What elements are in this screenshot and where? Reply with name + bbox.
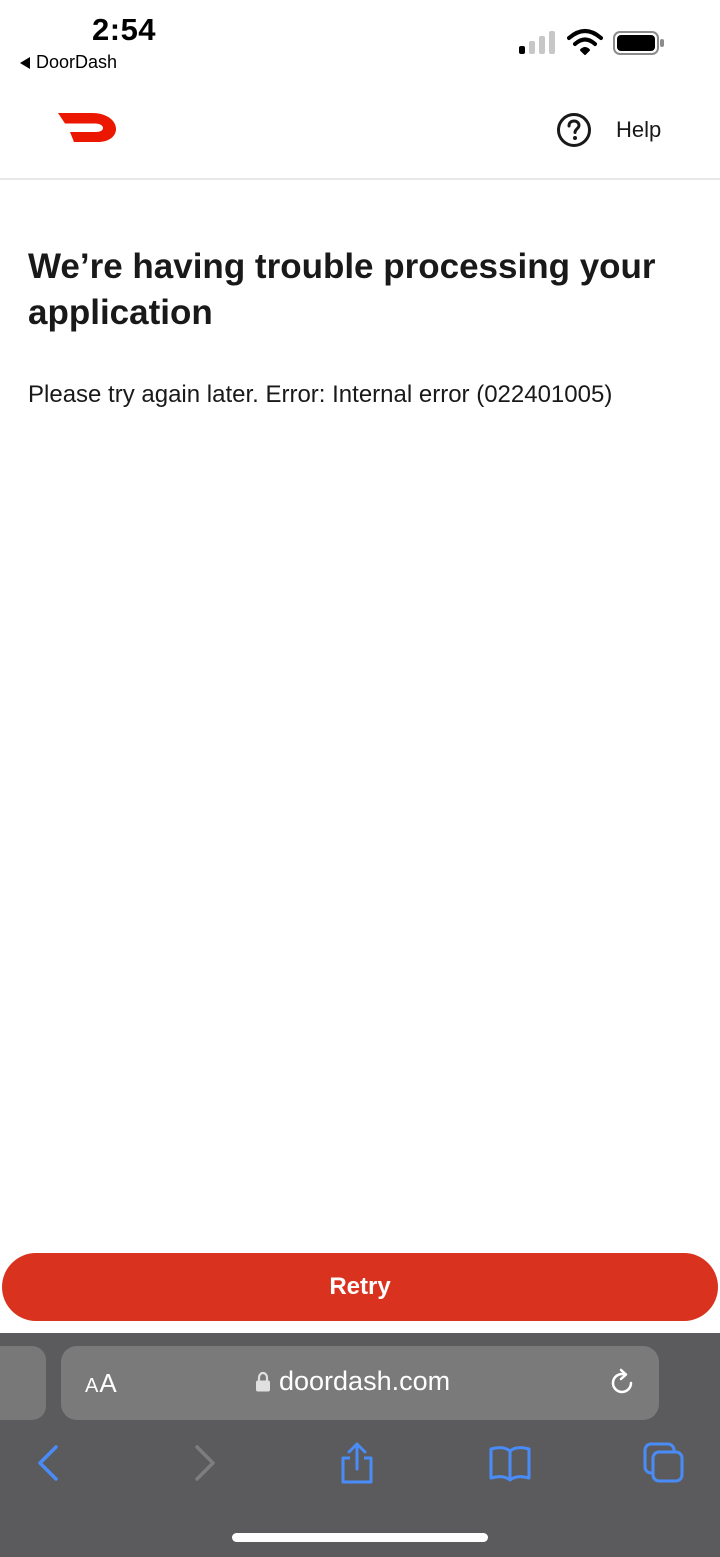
url-display[interactable]: doordash.com (255, 1366, 450, 1397)
share-icon[interactable] (335, 1441, 379, 1485)
back-icon[interactable] (27, 1441, 71, 1485)
bookmarks-icon[interactable] (488, 1441, 532, 1485)
error-message: Please try again later. Error: Internal … (28, 381, 613, 408)
reload-icon[interactable] (607, 1368, 637, 1398)
text-size-label-small: A (85, 1375, 100, 1397)
help-link[interactable]: Help (556, 112, 661, 148)
lock-icon (256, 1371, 270, 1391)
address-bar[interactable]: AA doordash.com (61, 1346, 659, 1420)
status-bar: 2:54 DoorDash (0, 0, 720, 82)
back-triangle-icon (20, 56, 30, 69)
forward-icon[interactable] (182, 1441, 226, 1485)
cellular-signal-icon (519, 30, 557, 54)
help-label: Help (616, 117, 662, 142)
retry-button[interactable]: Retry (2, 1253, 718, 1321)
home-indicator[interactable] (232, 1533, 488, 1542)
previous-tab-preview[interactable] (0, 1346, 46, 1420)
site-header: Help (0, 82, 720, 180)
browser-toolbar: AA doordash.com (0, 1333, 720, 1557)
page-title: We’re having trouble processing your app… (28, 247, 656, 332)
text-size-label-large: A (99, 1368, 118, 1398)
wifi-icon (567, 29, 603, 55)
status-time: 2:54 (92, 12, 157, 47)
back-to-app-link[interactable]: DoorDash (20, 52, 117, 73)
url-text: doordash.com (279, 1366, 451, 1396)
tabs-icon[interactable] (642, 1441, 686, 1485)
back-app-label: DoorDash (36, 52, 118, 72)
text-size-button[interactable]: AA (85, 1368, 118, 1399)
battery-icon (613, 31, 664, 55)
question-circle-icon (557, 113, 591, 147)
doordash-logo[interactable] (58, 110, 116, 144)
